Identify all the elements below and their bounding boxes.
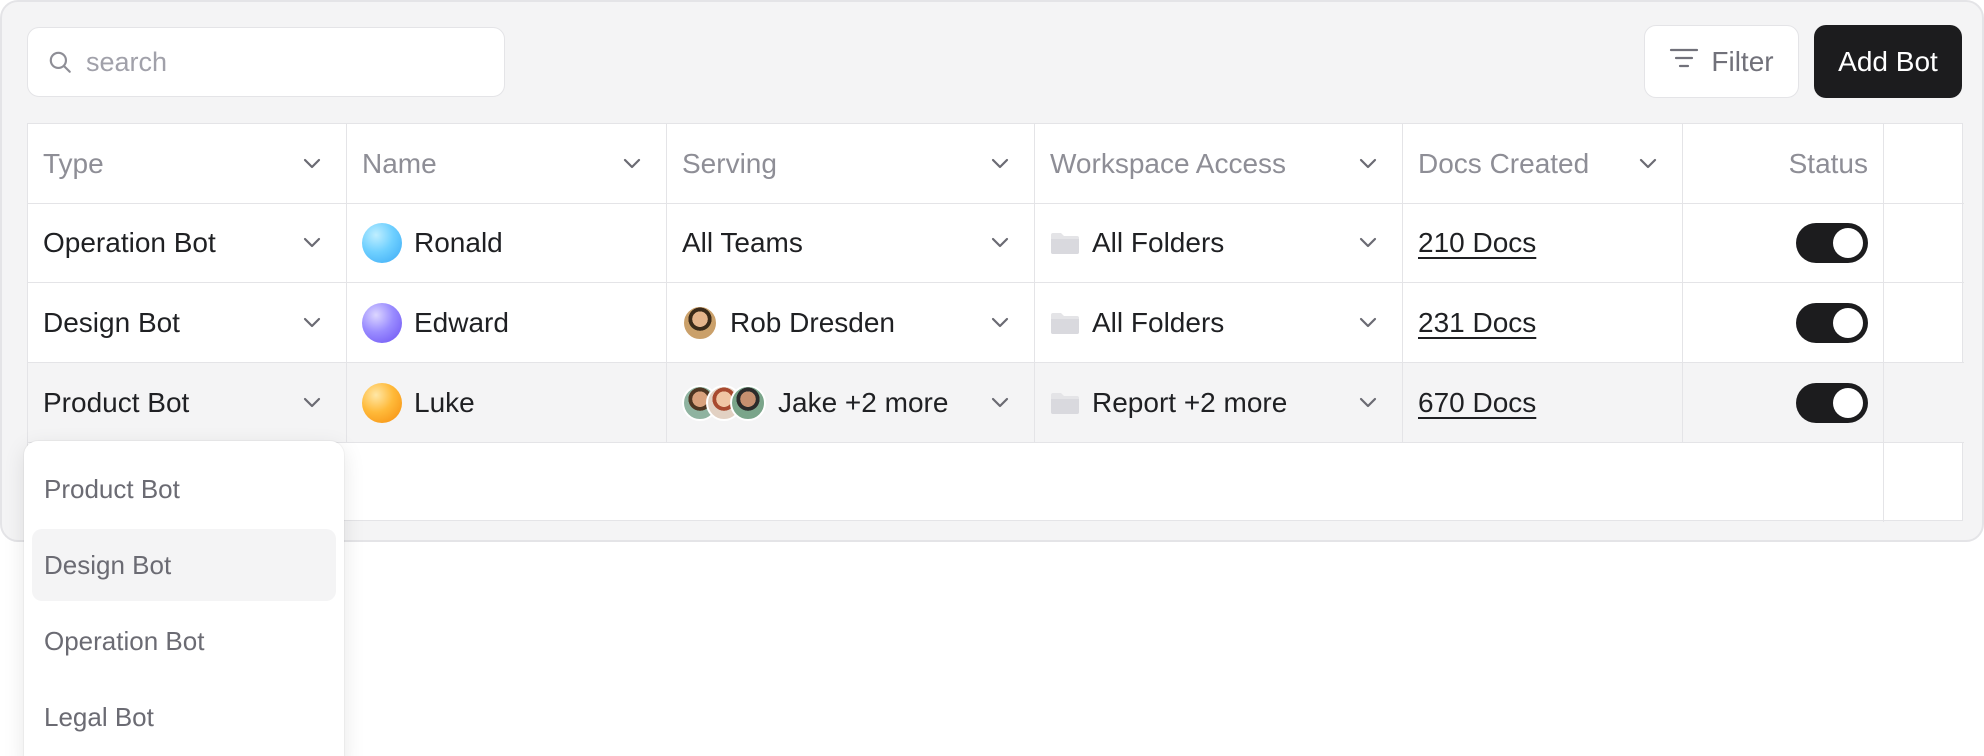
name-cell: Luke — [347, 363, 667, 442]
status-toggle[interactable] — [1796, 302, 1868, 343]
folder-icon — [1050, 311, 1080, 335]
extra-cell — [1884, 203, 1964, 282]
chevron-down-icon[interactable] — [300, 311, 324, 335]
serving-value: Jake +2 more — [778, 386, 949, 418]
search-box[interactable] — [27, 27, 505, 97]
status-toggle[interactable] — [1796, 222, 1868, 263]
type-cell[interactable]: Operation Bot — [28, 203, 347, 282]
chevron-down-icon[interactable] — [988, 231, 1012, 255]
table-row: Operation Bot Ronald All Teams All Folde… — [28, 203, 1964, 283]
column-label: Docs Created — [1418, 147, 1590, 179]
filter-label: Filter — [1711, 45, 1774, 77]
column-header-status: Status — [1683, 124, 1884, 203]
folder-icon — [1050, 231, 1080, 255]
filter-button[interactable]: Filter — [1644, 25, 1799, 98]
chevron-down-icon[interactable] — [300, 231, 324, 255]
extra-cell — [1884, 283, 1964, 362]
column-label: Workspace Access — [1050, 147, 1287, 179]
avatar-stack — [682, 384, 766, 421]
chevron-down-icon[interactable] — [620, 152, 644, 176]
docs-link[interactable]: 210 Docs — [1418, 227, 1536, 259]
toggle-knob — [1833, 227, 1863, 258]
column-header-docs-created[interactable]: Docs Created — [1403, 124, 1683, 203]
add-bot-button[interactable]: Add Bot — [1814, 25, 1962, 98]
status-cell — [1683, 363, 1884, 442]
status-cell — [1683, 283, 1884, 362]
name-cell: Edward — [347, 283, 667, 362]
serving-cell[interactable]: Rob Dresden — [667, 283, 1035, 362]
type-value: Product Bot — [43, 386, 190, 418]
name-cell: Ronald — [347, 203, 667, 282]
bot-name: Luke — [414, 386, 475, 418]
folder-icon — [1050, 391, 1080, 415]
chevron-down-icon[interactable] — [1356, 311, 1380, 335]
workspace-cell[interactable]: All Folders — [1035, 203, 1403, 282]
chevron-down-icon[interactable] — [1636, 152, 1660, 176]
dropdown-option[interactable]: Operation Bot — [32, 605, 336, 677]
docs-link[interactable]: 670 Docs — [1418, 387, 1536, 419]
chevron-down-icon[interactable] — [988, 152, 1012, 176]
filter-icon — [1669, 45, 1699, 78]
column-header-name[interactable]: Name — [347, 124, 667, 203]
chevron-down-icon[interactable] — [1356, 391, 1380, 415]
column-header-serving[interactable]: Serving — [667, 124, 1035, 203]
column-label: Type — [43, 147, 104, 179]
workspace-cell[interactable]: All Folders — [1035, 283, 1403, 362]
chevron-down-icon[interactable] — [988, 311, 1012, 335]
table-row: Product Bot Luke Jake +2 more Report +2 … — [28, 363, 1964, 443]
docs-link[interactable]: 231 Docs — [1418, 307, 1536, 339]
extra-cell — [1884, 443, 1964, 522]
serving-cell[interactable]: All Teams — [667, 203, 1035, 282]
docs-cell: 231 Docs — [1403, 283, 1683, 362]
table-row: Design Bot Edward Rob Dresden All Folder… — [28, 283, 1964, 363]
search-input[interactable] — [86, 46, 486, 78]
docs-cell: 210 Docs — [1403, 203, 1683, 282]
column-header-workspace-access[interactable]: Workspace Access — [1035, 124, 1403, 203]
dropdown-option[interactable]: Product Bot — [32, 453, 336, 525]
serving-cell[interactable]: Jake +2 more — [667, 363, 1035, 442]
bot-name: Ronald — [414, 226, 503, 258]
type-value: Operation Bot — [43, 226, 216, 258]
serving-value: Rob Dresden — [730, 306, 895, 338]
table-header: Type Name Serving Workspace Access Docs … — [28, 124, 1964, 204]
blue-orb-avatar-icon — [362, 222, 402, 263]
column-label: Name — [362, 147, 437, 179]
dropdown-option-highlighted[interactable]: Design Bot — [32, 529, 336, 601]
extra-cell — [1884, 363, 1964, 442]
workspace-value: All Folders — [1092, 306, 1225, 338]
type-dropdown-menu: Product Bot Design Bot Operation Bot Leg… — [24, 441, 344, 756]
bot-name: Edward — [414, 306, 509, 338]
chevron-down-icon[interactable] — [1356, 152, 1380, 176]
status-cell — [1683, 203, 1884, 282]
column-header-type[interactable]: Type — [28, 124, 347, 203]
chevron-down-icon[interactable] — [988, 391, 1012, 415]
workspace-cell[interactable]: Report +2 more — [1035, 363, 1403, 442]
toggle-knob — [1833, 307, 1863, 338]
workspace-value: Report +2 more — [1092, 386, 1288, 418]
column-label: Status — [1788, 147, 1868, 179]
status-toggle[interactable] — [1796, 382, 1868, 423]
chevron-down-icon[interactable] — [1356, 231, 1380, 255]
toggle-knob — [1833, 387, 1863, 418]
purple-orb-avatar-icon — [362, 302, 402, 343]
dropdown-option[interactable]: Legal Bot — [32, 681, 336, 753]
serving-value: All Teams — [682, 226, 803, 258]
chevron-down-icon[interactable] — [300, 152, 324, 176]
workspace-value: All Folders — [1092, 226, 1225, 258]
type-cell[interactable]: Product Bot — [28, 363, 347, 442]
column-label: Serving — [682, 147, 777, 179]
search-icon — [46, 48, 74, 76]
orange-orb-avatar-icon — [362, 382, 402, 423]
docs-cell: 670 Docs — [1403, 363, 1683, 442]
type-cell[interactable]: Design Bot — [28, 283, 347, 362]
user-avatar — [730, 384, 766, 421]
chevron-down-icon[interactable] — [300, 391, 324, 415]
type-value: Design Bot — [43, 306, 180, 338]
user-avatar — [682, 304, 718, 341]
column-header-extra — [1884, 124, 1964, 203]
